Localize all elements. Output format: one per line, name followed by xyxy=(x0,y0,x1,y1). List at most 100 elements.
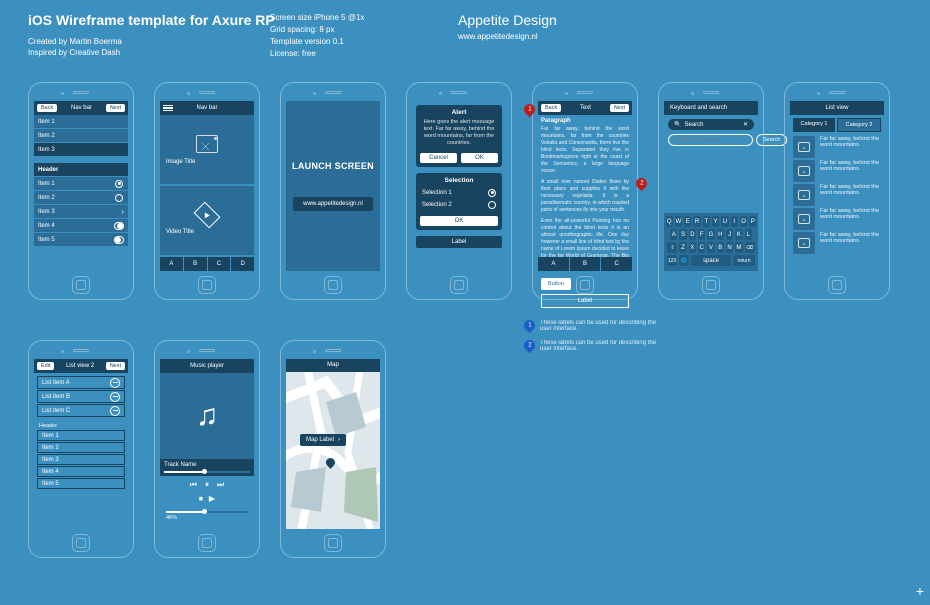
media-list-item[interactable]: Far far away, behind the word mountains. xyxy=(793,184,881,206)
text-button[interactable]: Button xyxy=(541,278,571,290)
launch-title: LAUNCH SCREEN xyxy=(292,161,374,171)
delete-icon[interactable] xyxy=(110,392,120,402)
back-button[interactable]: Back xyxy=(541,104,561,112)
list-item[interactable]: Item 5 xyxy=(34,233,128,246)
key-space[interactable]: space xyxy=(691,255,731,266)
key[interactable]: F xyxy=(698,229,705,240)
ok-button[interactable]: OK xyxy=(420,216,498,226)
media-list-item[interactable]: Far far away, behind the word mountains. xyxy=(793,208,881,230)
hamburger-icon[interactable] xyxy=(163,105,173,112)
list-item[interactable]: Item 2 xyxy=(34,129,128,142)
selection-option[interactable]: Selection 2 xyxy=(420,199,498,211)
key[interactable]: T xyxy=(703,216,710,227)
tab-category[interactable]: Category 2 xyxy=(837,118,881,132)
pause-icon[interactable]: ⏸ xyxy=(205,480,209,490)
stop-icon[interactable]: ⏹ xyxy=(199,494,203,504)
key[interactable]: X xyxy=(689,242,696,253)
key[interactable]: J xyxy=(726,229,733,240)
toggle-off-icon[interactable] xyxy=(114,236,124,244)
key-shift[interactable]: ⇧ xyxy=(667,242,677,253)
key[interactable]: S xyxy=(679,229,686,240)
key[interactable]: I xyxy=(731,216,738,227)
list-item[interactable]: List item A xyxy=(37,376,125,389)
key[interactable]: B xyxy=(717,242,724,253)
list-item[interactable]: Item 4 xyxy=(34,219,128,232)
back-button[interactable]: Back xyxy=(37,104,57,112)
key-return[interactable]: return xyxy=(733,255,755,266)
key[interactable]: D xyxy=(689,229,696,240)
key[interactable]: V xyxy=(707,242,714,253)
thumbnail-icon xyxy=(798,238,810,248)
clear-icon[interactable]: ✕ xyxy=(743,121,748,128)
key[interactable]: O xyxy=(740,216,747,227)
list-item[interactable]: Item 5 xyxy=(37,478,125,489)
thumbnail-icon xyxy=(798,214,810,224)
search-pill[interactable]: 🔍 Search ✕ xyxy=(668,119,754,130)
key[interactable]: M xyxy=(735,242,742,253)
key[interactable]: L xyxy=(745,229,752,240)
next-button[interactable]: Next xyxy=(106,104,125,112)
media-list-item[interactable]: Far far away, behind the word mountains. xyxy=(793,232,881,254)
key-123[interactable]: 123 xyxy=(667,255,677,266)
radio-on-icon[interactable] xyxy=(115,180,123,188)
search-button[interactable]: Search xyxy=(756,134,787,146)
key[interactable]: Z xyxy=(679,242,686,253)
radio-off-icon xyxy=(488,201,496,209)
radio-off-icon[interactable] xyxy=(115,194,123,202)
key[interactable]: A xyxy=(670,229,677,240)
media-list-item[interactable]: Far far away, behind the word mountains. xyxy=(793,160,881,182)
list-item[interactable]: Item 4 xyxy=(37,466,125,477)
address-input[interactable] xyxy=(668,134,753,146)
key[interactable]: Y xyxy=(712,216,719,227)
prev-icon[interactable]: ⏮ xyxy=(190,480,197,490)
list-item[interactable]: Item 1 xyxy=(34,115,128,128)
key[interactable]: G xyxy=(707,229,714,240)
cancel-button[interactable]: Cancel xyxy=(420,153,457,163)
next-button[interactable]: Next xyxy=(106,362,125,370)
list-item[interactable]: Item 3 xyxy=(34,143,128,156)
toggle-on-icon[interactable] xyxy=(114,222,124,230)
delete-icon[interactable] xyxy=(110,378,120,388)
key-delete[interactable]: ⌫ xyxy=(745,242,755,253)
edit-button[interactable]: Edit xyxy=(37,362,54,370)
segmented-control[interactable]: ABCD xyxy=(160,257,254,271)
list-item[interactable]: Item 1 xyxy=(37,430,125,441)
key[interactable]: R xyxy=(693,216,700,227)
key[interactable]: W xyxy=(675,216,682,227)
percent-label: 46% xyxy=(166,515,248,521)
navbar-title: List view 2 xyxy=(54,363,105,369)
list-item[interactable]: List item C xyxy=(37,404,125,417)
key[interactable]: P xyxy=(749,216,756,227)
tab-category[interactable]: Category 1 xyxy=(793,118,835,132)
list-item[interactable]: Item 3 xyxy=(37,454,125,465)
key[interactable]: K xyxy=(735,229,742,240)
next-icon[interactable]: ⏭ xyxy=(217,480,224,490)
list-item[interactable]: List item B xyxy=(37,390,125,403)
play-icon[interactable]: ▶ xyxy=(209,494,215,504)
segmented-control[interactable]: ABC xyxy=(538,257,632,271)
next-button[interactable]: Next xyxy=(610,104,629,112)
list-item[interactable]: Item 1 xyxy=(34,177,128,190)
selection-option[interactable]: Selection 1 xyxy=(420,187,498,199)
progress-bar[interactable] xyxy=(164,471,250,473)
key[interactable]: Q xyxy=(666,216,673,227)
key[interactable]: U xyxy=(721,216,728,227)
list-item[interactable]: Item 2 xyxy=(37,442,125,453)
map-view[interactable]: Map Label› xyxy=(286,372,380,529)
note-text: These labels can be used for describing … xyxy=(540,340,660,352)
ok-button[interactable]: OK xyxy=(461,153,498,163)
volume-bar[interactable] xyxy=(166,511,248,513)
key[interactable]: E xyxy=(684,216,691,227)
list-item[interactable]: Item 3› xyxy=(34,205,128,218)
list-item[interactable]: Item 2 xyxy=(34,191,128,204)
key-globe[interactable]: 🌐 xyxy=(679,255,689,266)
key[interactable]: H xyxy=(717,229,724,240)
selection-panel: Selection Selection 1 Selection 2 OK xyxy=(416,173,502,230)
key[interactable]: C xyxy=(698,242,705,253)
key[interactable]: N xyxy=(726,242,733,253)
media-list-item[interactable]: Far far away, behind the word mountains. xyxy=(793,136,881,158)
keyboard[interactable]: QWERTYUIOP ASDFGHJKL ⇧ZXCVBNM⌫ 123 🌐 spa… xyxy=(664,213,758,271)
map-label-chip[interactable]: Map Label› xyxy=(300,434,346,446)
section-header: Header xyxy=(34,163,128,176)
delete-icon[interactable] xyxy=(110,406,120,416)
